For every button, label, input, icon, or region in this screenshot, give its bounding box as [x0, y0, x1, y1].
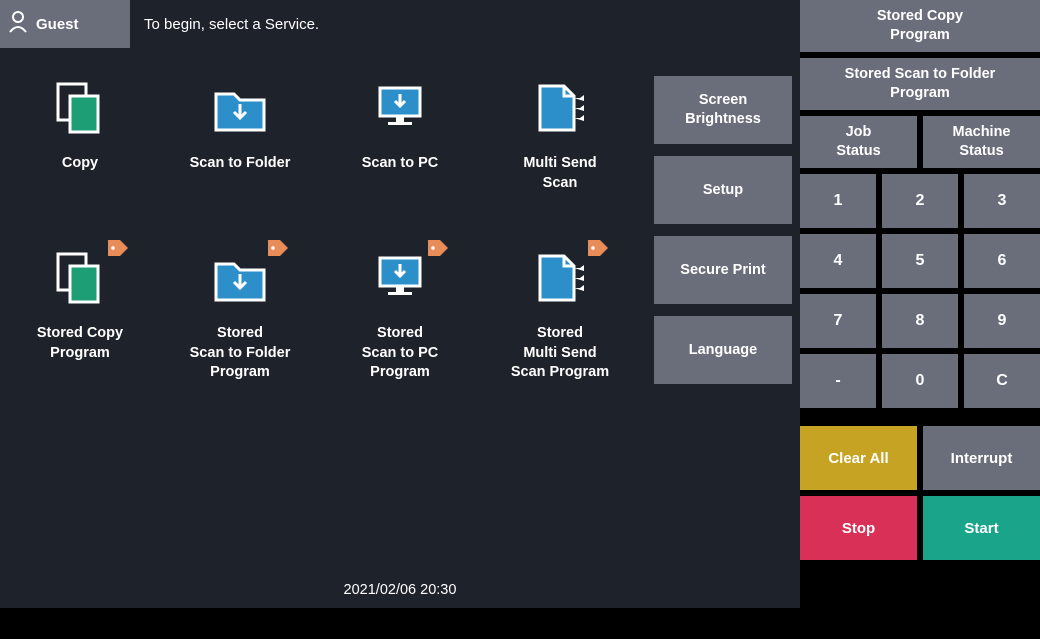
stored-tag-icon	[268, 240, 288, 261]
service-label: Stored Scan to PC Program	[362, 324, 439, 383]
service-stored-pc[interactable]: Stored Scan to PC Program	[320, 246, 480, 396]
rail-stored-scan-folder-program[interactable]: Stored Scan to Folder Program	[800, 58, 1040, 110]
multi-send-icon	[520, 76, 600, 140]
service-copy[interactable]: Copy	[0, 76, 160, 226]
job-status-button[interactable]: Job Status	[800, 116, 917, 168]
service-label: Copy	[62, 154, 98, 174]
service-label: Scan to Folder	[190, 154, 291, 174]
service-label: Stored Multi Send Scan Program	[511, 324, 609, 383]
stop-button[interactable]: Stop	[800, 496, 917, 560]
setup-button[interactable]: Setup	[654, 156, 792, 224]
scan-folder-icon	[200, 76, 280, 140]
keypad-5[interactable]: 5	[882, 234, 958, 288]
keypad-3[interactable]: 3	[964, 174, 1040, 228]
keypad-0[interactable]: 0	[882, 354, 958, 408]
stored-tag-icon	[108, 240, 128, 261]
machine-status-button[interactable]: Machine Status	[923, 116, 1040, 168]
service-scan-folder[interactable]: Scan to Folder	[160, 76, 320, 226]
keypad--[interactable]: -	[800, 354, 876, 408]
start-button[interactable]: Start	[923, 496, 1040, 560]
service-label: Scan to PC	[362, 154, 439, 174]
rail-stored-copy-program[interactable]: Stored Copy Program	[800, 0, 1040, 52]
keypad-7[interactable]: 7	[800, 294, 876, 348]
user-icon	[8, 10, 30, 38]
timestamp: 2021/02/06 20:30	[0, 582, 800, 598]
copy-icon	[40, 246, 120, 310]
scan-pc-icon	[360, 76, 440, 140]
clear-all-button[interactable]: Clear All	[800, 426, 917, 490]
keypad-8[interactable]: 8	[882, 294, 958, 348]
service-stored-multi[interactable]: Stored Multi Send Scan Program	[480, 246, 640, 396]
language-button[interactable]: Language	[654, 316, 792, 384]
service-label: Stored Scan to Folder Program	[190, 324, 291, 383]
user-button[interactable]: Guest	[0, 0, 130, 48]
service-stored-copy[interactable]: Stored Copy Program	[0, 246, 160, 396]
right-rail: Stored Copy Program Stored Scan to Folde…	[800, 48, 1040, 608]
stored-tag-icon	[588, 240, 608, 261]
service-multi-send[interactable]: Multi Send Scan	[480, 76, 640, 226]
keypad-2[interactable]: 2	[882, 174, 958, 228]
keypad-C[interactable]: C	[964, 354, 1040, 408]
stored-tag-icon	[428, 240, 448, 261]
interrupt-button[interactable]: Interrupt	[923, 426, 1040, 490]
multi-send-icon	[520, 246, 600, 310]
keypad-9[interactable]: 9	[964, 294, 1040, 348]
screen-brightness-button[interactable]: Screen Brightness	[654, 76, 792, 144]
services-panel: Copy Scan to Folder Scan to PC Multi Send S…	[0, 48, 800, 608]
service-scan-pc[interactable]: Scan to PC	[320, 76, 480, 226]
service-stored-folder[interactable]: Stored Scan to Folder Program	[160, 246, 320, 396]
keypad-1[interactable]: 1	[800, 174, 876, 228]
service-label: Multi Send Scan	[523, 154, 596, 193]
keypad-6[interactable]: 6	[964, 234, 1040, 288]
user-label: Guest	[36, 16, 79, 33]
scan-folder-icon	[200, 246, 280, 310]
secure-print-button[interactable]: Secure Print	[654, 236, 792, 304]
copy-icon	[40, 76, 120, 140]
service-label: Stored Copy Program	[37, 324, 123, 363]
keypad-4[interactable]: 4	[800, 234, 876, 288]
scan-pc-icon	[360, 246, 440, 310]
